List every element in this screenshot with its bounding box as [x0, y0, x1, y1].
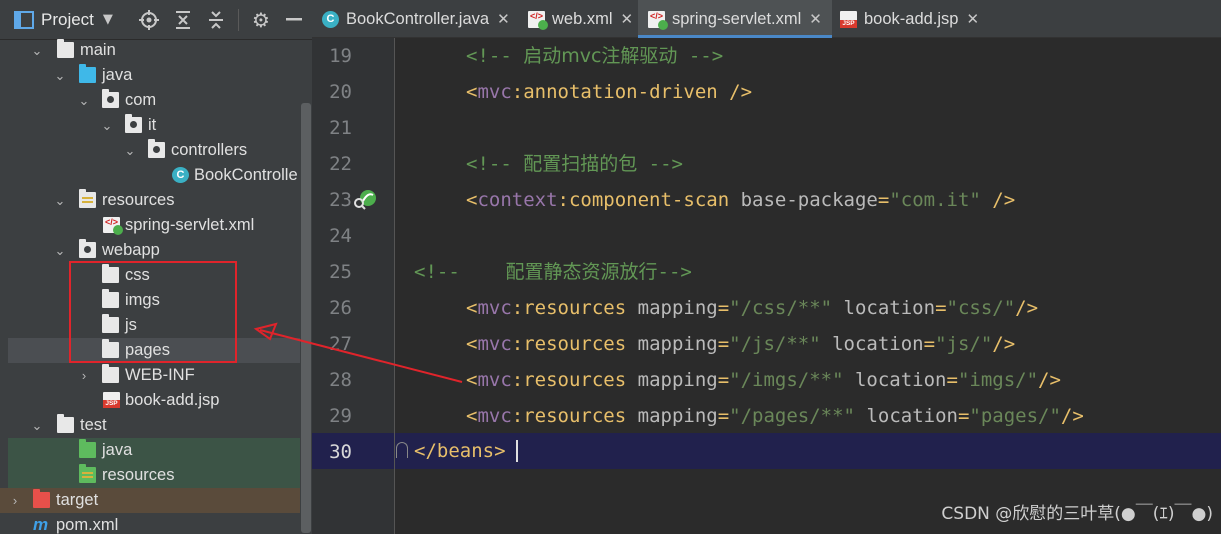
watermark: CSDN @欣慰的三叶草(●￣(ｴ)￣●) [941, 504, 1213, 524]
annotation-arrow [253, 322, 463, 383]
